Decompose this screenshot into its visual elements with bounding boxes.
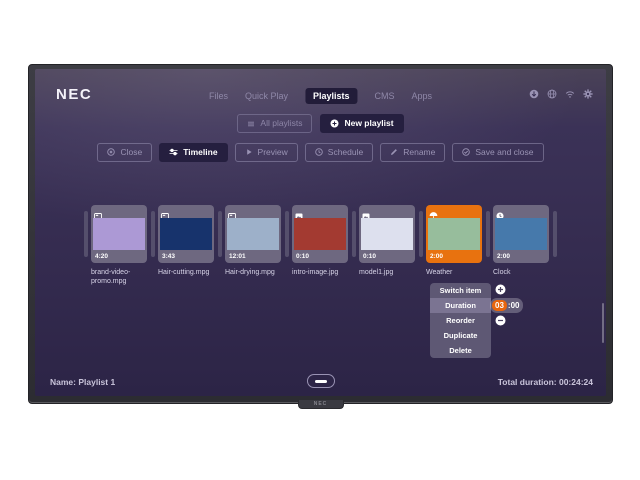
close-label: Close [120, 148, 142, 157]
menu-item-switch-item[interactable]: Switch item [430, 283, 491, 298]
timeline-item-card: 0:10 [359, 205, 415, 263]
close-button[interactable]: Close [97, 143, 152, 162]
timeline-item-card: 4:20 [91, 205, 147, 263]
timeline-button[interactable]: Timeline [159, 143, 227, 162]
increment-icon[interactable] [495, 284, 506, 295]
item-name: Weather [426, 268, 492, 277]
wifi-icon[interactable] [565, 89, 575, 99]
drag-handle[interactable] [285, 211, 289, 257]
play-icon [245, 148, 253, 156]
sliders-icon [169, 148, 178, 156]
thumbnail [361, 218, 413, 250]
timeline-item-2[interactable]: 3:43 Hair-cutting.mpg [158, 205, 214, 277]
menu-item-delete[interactable]: Delete [430, 343, 491, 358]
timeline-item-7[interactable]: 2:00 Clock [493, 205, 549, 277]
scrollbar-thumb[interactable] [602, 303, 604, 343]
thumbnail [227, 218, 279, 250]
schedule-button[interactable]: Schedule [305, 143, 373, 162]
item-name: intro-image.jpg [292, 268, 358, 277]
drag-handle[interactable] [352, 211, 356, 257]
drag-handle[interactable] [84, 211, 88, 257]
bezel-logo: NEC [298, 400, 344, 409]
drag-handle[interactable] [486, 211, 490, 257]
duration-selected-segment: 03 [492, 300, 507, 311]
item-context-menu: Switch item Duration Reorder Duplicate D… [430, 283, 491, 358]
timeline-item-6-selected[interactable]: 2:00 Weather [426, 205, 482, 277]
rename-label: Rename [403, 148, 435, 157]
save-and-close-button[interactable]: Save and close [452, 143, 543, 162]
all-playlists-label: All playlists [260, 119, 302, 128]
screen: NEC Files Quick Play Playlists CMS Apps [35, 69, 606, 396]
nav-tab-quick-play[interactable]: Quick Play [245, 88, 288, 104]
minimize-bar-icon [315, 380, 327, 383]
timeline-item-card: 12:01 [225, 205, 281, 263]
timeline-item-card: 2:00 [493, 205, 549, 263]
item-name: brand-video-promo.mpg [91, 268, 157, 287]
check-circle-icon [462, 148, 470, 156]
drag-handle[interactable] [553, 211, 557, 257]
thumbnail [160, 218, 212, 250]
decrement-icon[interactable] [495, 315, 506, 326]
globe-icon[interactable] [547, 89, 557, 99]
timeline-item-4[interactable]: 0:10 intro-image.jpg [292, 205, 348, 277]
new-playlist-button[interactable]: New playlist [320, 114, 403, 133]
thumbnail [93, 218, 145, 250]
close-circle-icon [107, 148, 115, 156]
timeline-strip: 4:20 brand-video-promo.mpg 3:43 Hair-cut… [84, 205, 560, 287]
nav-tab-apps[interactable]: Apps [412, 88, 433, 104]
duration-rest-segment: :00 [508, 301, 520, 310]
nav-tab-files[interactable]: Files [209, 88, 228, 104]
item-name: Clock [493, 268, 559, 277]
new-playlist-label: New playlist [344, 119, 393, 128]
monitor-bezel: NEC Files Quick Play Playlists CMS Apps [28, 64, 613, 404]
collapse-keyboard-button[interactable] [307, 374, 335, 388]
update-icon[interactable] [529, 89, 539, 99]
item-name: model1.jpg [359, 268, 425, 277]
item-duration: 4:20 [91, 250, 147, 263]
drag-handle[interactable] [151, 211, 155, 257]
thumbnail [495, 218, 547, 250]
item-duration: 0:10 [359, 250, 415, 263]
status-icons [529, 89, 593, 99]
pencil-icon [390, 148, 398, 156]
duration-value-field[interactable]: 03 :00 [490, 298, 523, 313]
clock-icon [315, 148, 323, 156]
item-name: Hair-cutting.mpg [158, 268, 224, 277]
plus-circle-icon [330, 119, 339, 128]
save-and-close-label: Save and close [475, 148, 533, 157]
timeline-item-card: 0:10 [292, 205, 348, 263]
item-duration: 2:00 [493, 250, 549, 263]
drag-handle[interactable] [419, 211, 423, 257]
item-duration: 3:43 [158, 250, 214, 263]
schedule-label: Schedule [328, 148, 363, 157]
timeline-item-3[interactable]: 12:01 Hair-drying.mpg [225, 205, 281, 277]
timeline-item-5[interactable]: 0:10 model1.jpg [359, 205, 415, 277]
item-duration: 0:10 [292, 250, 348, 263]
timeline-item-card: 3:43 [158, 205, 214, 263]
playlist-name-label: Name: Playlist 1 [50, 377, 115, 387]
preview-button[interactable]: Preview [235, 143, 298, 162]
total-duration-label: Total duration: 00:24:24 [498, 377, 593, 387]
preview-label: Preview [258, 148, 288, 157]
all-playlists-button[interactable]: All playlists [237, 114, 312, 133]
nav-tab-playlists[interactable]: Playlists [305, 88, 358, 104]
thumbnail [294, 218, 346, 250]
item-name: Hair-drying.mpg [225, 268, 291, 277]
hamburger-icon [247, 120, 255, 128]
timeline-label: Timeline [183, 148, 217, 157]
main-nav: Files Quick Play Playlists CMS Apps [209, 88, 432, 104]
timeline-item-1[interactable]: 4:20 brand-video-promo.mpg [91, 205, 147, 287]
timeline-item-card-selected: 2:00 [426, 205, 482, 263]
menu-item-reorder[interactable]: Reorder [430, 313, 491, 328]
nav-tab-cms[interactable]: CMS [375, 88, 395, 104]
rename-button[interactable]: Rename [380, 143, 445, 162]
thumbnail [428, 218, 480, 250]
drag-handle[interactable] [218, 211, 222, 257]
menu-item-duplicate[interactable]: Duplicate [430, 328, 491, 343]
menu-item-duration[interactable]: Duration [430, 298, 491, 313]
item-duration: 12:01 [225, 250, 281, 263]
item-duration: 2:00 [426, 250, 482, 263]
settings-icon[interactable] [583, 89, 593, 99]
nec-logo: NEC [56, 86, 92, 103]
